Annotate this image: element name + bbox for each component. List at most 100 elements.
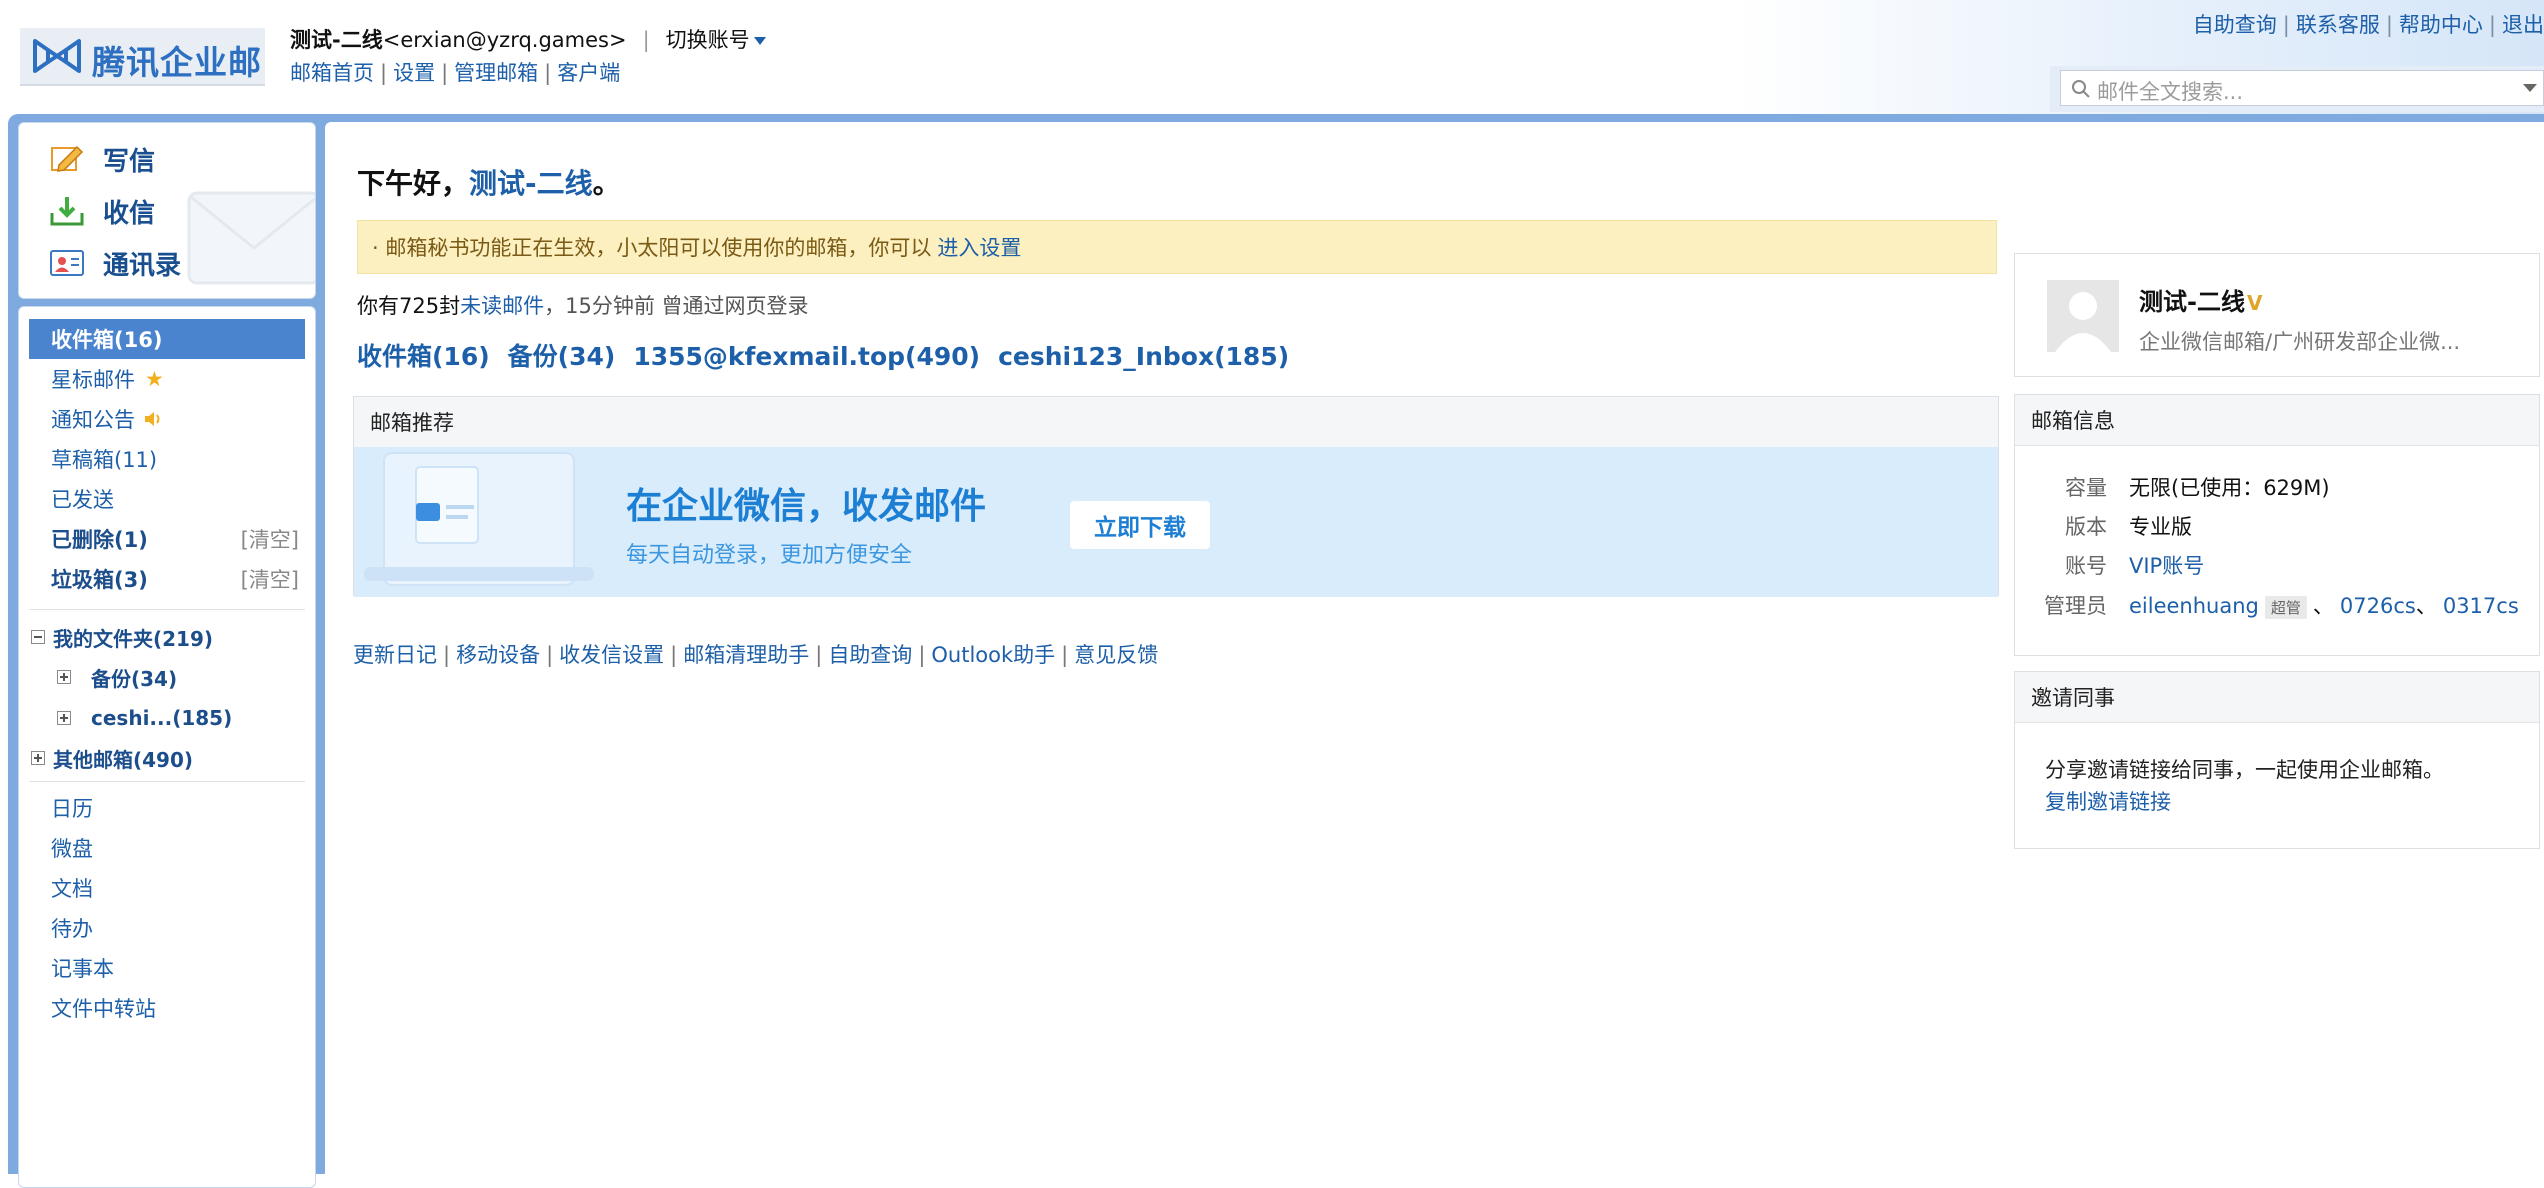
expand-icon <box>31 751 45 765</box>
separator: | <box>2488 13 2496 37</box>
folder-deleted[interactable]: 已删除(1) [清空] <box>29 519 305 559</box>
changelog-link[interactable]: 更新日记 <box>353 643 437 667</box>
separator: 、 <box>2312 594 2334 618</box>
super-admin-badge: 超管 <box>2264 595 2307 619</box>
switch-account-button[interactable]: 切换账号 <box>666 28 766 52</box>
mailbox-info-panel: 邮箱信息 容量 无限(已使用：629M) 版本 专业版 账号 VIP账号 管理员 eil… <box>2014 394 2540 656</box>
unread-count: 725 <box>399 294 440 318</box>
compose-button[interactable]: 写信 <box>49 135 155 183</box>
computer-illustration-icon <box>364 452 594 586</box>
unread-mail-link[interactable]: 未读邮件 <box>460 294 544 318</box>
folder-drafts[interactable]: 草稿箱(11) <box>29 439 305 479</box>
unread-summary: 你有725封未读邮件，15分钟前 曾通过网页登录 <box>357 290 809 320</box>
folder-ceshi-label: ceshi...(185) <box>91 706 233 730</box>
receive-label: 收信 <box>103 198 156 229</box>
recommend-title: 邮箱推荐 <box>354 397 1998 448</box>
notice-bar: · 邮箱秘书功能正在生效，小太阳可以使用你的邮箱，你可以 进入设置 <box>357 220 1997 274</box>
profile-name-line: 测试-二线 V <box>2139 282 2262 317</box>
folder-ceshi[interactable]: ceshi...(185) <box>57 700 232 736</box>
compose-label: 写信 <box>103 146 156 177</box>
separator: | <box>670 643 678 667</box>
quick-backup-link[interactable]: 备份(34) <box>508 342 616 371</box>
logout-link[interactable]: 退出 <box>2502 13 2544 37</box>
tool-netdisk[interactable]: 微盘 <box>51 833 93 863</box>
info-key: 账号 <box>2065 554 2107 578</box>
separator: | <box>443 643 451 667</box>
nav-mail-home[interactable]: 邮箱首页 <box>290 61 374 85</box>
last-login-text: ，15分钟前 曾通过网页登录 <box>544 294 809 318</box>
folder-starred-label: 星标邮件 <box>51 368 135 392</box>
send-receive-settings-link[interactable]: 收发信设置 <box>559 643 664 667</box>
tool-calendar[interactable]: 日历 <box>51 793 93 823</box>
folder-notice[interactable]: 通知公告 <box>29 399 305 439</box>
outlook-assistant-link[interactable]: Outlook助手 <box>931 643 1055 667</box>
top-right-links: 自助查询 | 联系客服 | 帮助中心 | 退出 <box>2193 9 2544 39</box>
cleanup-assistant-link[interactable]: 邮箱清理助手 <box>683 643 809 667</box>
copy-invite-link[interactable]: 复制邀请链接 <box>2045 786 2171 816</box>
greeting-name[interactable]: 测试-二线 <box>469 167 593 200</box>
clear-spam-button[interactable]: [清空] <box>241 564 299 594</box>
folder-backup[interactable]: 备份(34) <box>57 659 177 695</box>
separator: | <box>544 61 552 85</box>
nav-settings[interactable]: 设置 <box>393 61 435 85</box>
folder-spam-label: 垃圾箱(3) <box>51 568 148 592</box>
quick-folder-links: 收件箱(16) 备份(34) 1355@kfexmail.top(490) ceshi… <box>357 337 1307 373</box>
logo-mark-icon <box>33 39 81 73</box>
nav-manage-mailbox[interactable]: 管理邮箱 <box>454 61 538 85</box>
divider <box>29 781 305 782</box>
folder-spam[interactable]: 垃圾箱(3) [清空] <box>29 559 305 599</box>
folder-deleted-label: 已删除(1) <box>51 528 148 552</box>
info-key: 管理员 <box>2044 594 2107 618</box>
folder-inbox[interactable]: 收件箱(16) <box>29 319 305 359</box>
search-icon <box>2072 80 2090 98</box>
separator: | <box>1061 643 1069 667</box>
admin-link[interactable]: eileenhuang <box>2129 594 2259 618</box>
download-now-button[interactable]: 立即下载 <box>1070 501 1210 549</box>
admin-link[interactable]: 0317cs <box>2443 594 2519 618</box>
logo-text: 腾讯企业邮 <box>92 43 262 82</box>
self-service-link[interactable]: 自助查询 <box>2193 13 2277 37</box>
info-key: 容量 <box>2065 476 2107 500</box>
folder-sidebar: 收件箱(16) 星标邮件 ★ 通知公告 草稿箱(11) 已发送 已删除(1) [清空… <box>18 306 316 1188</box>
vip-account-link[interactable]: VIP账号 <box>2129 550 2204 580</box>
avatar[interactable] <box>2047 280 2119 352</box>
folder-drafts-label: 草稿箱(11) <box>51 448 158 472</box>
separator: | <box>642 28 650 52</box>
clear-deleted-button[interactable]: [清空] <box>241 524 299 554</box>
mobile-devices-link[interactable]: 移动设备 <box>456 643 540 667</box>
other-mailboxes-toggle[interactable]: 其他邮箱(490) <box>31 740 193 776</box>
folder-backup-label: 备份(34) <box>91 666 178 691</box>
enter-settings-link[interactable]: 进入设置 <box>937 232 1021 262</box>
receive-button[interactable]: 收信 <box>49 187 155 235</box>
contact-support-link[interactable]: 联系客服 <box>2296 13 2380 37</box>
quick-ceshi-inbox-link[interactable]: ceshi123_Inbox(185) <box>998 342 1289 371</box>
tool-notes[interactable]: 记事本 <box>51 953 114 983</box>
recommend-panel: 邮箱推荐 在企业微信，收发邮件 每天自动登录，更加方便安全 立即下载 <box>353 396 1999 597</box>
switch-account-label: 切换账号 <box>665 28 750 52</box>
wecom-banner[interactable]: 在企业微信，收发邮件 每天自动登录，更加方便安全 立即下载 <box>354 447 1998 597</box>
search-options-icon[interactable] <box>2523 84 2537 92</box>
folder-starred[interactable]: 星标邮件 ★ <box>29 359 305 399</box>
vip-badge-icon: V <box>2246 291 2263 315</box>
nav-client[interactable]: 客户端 <box>557 61 620 85</box>
tool-file-transfer[interactable]: 文件中转站 <box>51 993 156 1023</box>
logo[interactable]: 腾讯企业邮 <box>20 28 265 86</box>
tool-todo[interactable]: 待办 <box>51 913 93 943</box>
self-service-query-link[interactable]: 自助查询 <box>828 643 912 667</box>
quick-inbox-link[interactable]: 收件箱(16) <box>357 342 490 371</box>
tool-docs[interactable]: 文档 <box>51 873 93 903</box>
folder-sent-label: 已发送 <box>51 488 114 512</box>
quick-kfexmail-link[interactable]: 1355@kfexmail.top(490) <box>633 342 980 371</box>
my-folders-toggle[interactable]: 我的文件夹(219) <box>31 619 213 655</box>
info-key: 版本 <box>2065 515 2107 539</box>
admin-list: eileenhuang 超管、 0726cs、 0317cs <box>2129 590 2519 620</box>
feedback-link[interactable]: 意见反馈 <box>1074 643 1158 667</box>
caret-down-icon <box>753 37 766 45</box>
contacts-button[interactable]: 通讯录 <box>49 239 181 287</box>
help-center-link[interactable]: 帮助中心 <box>2399 13 2483 37</box>
other-mailboxes-label: 其他邮箱(490) <box>53 747 194 772</box>
search-input[interactable]: 邮件全文搜索... <box>2060 70 2544 106</box>
folder-sent[interactable]: 已发送 <box>29 479 305 519</box>
admin-link[interactable]: 0726cs <box>2340 594 2416 618</box>
separator: | <box>441 61 449 85</box>
